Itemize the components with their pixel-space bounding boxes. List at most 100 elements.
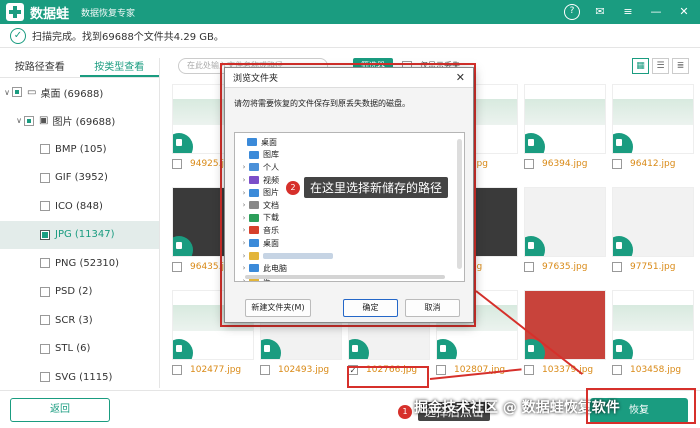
sidebar-item-checkbox[interactable] <box>24 115 34 126</box>
folder-tree-item[interactable]: › 下载 <box>235 212 464 225</box>
feedback-icon[interactable]: ✉ <box>592 4 608 20</box>
file-checkbox[interactable] <box>612 262 622 272</box>
file-thumbnail[interactable] <box>524 84 606 154</box>
vertical-scrollbar[interactable] <box>457 139 462 269</box>
file-checkbox[interactable] <box>436 365 446 375</box>
cancel-button[interactable]: 取消 <box>405 299 460 317</box>
sidebar-item[interactable]: SVG (1115) <box>0 363 159 392</box>
sidebar-item-label: PNG (52310) <box>55 257 120 269</box>
folder-tree-item[interactable]: › 文档 <box>235 199 464 212</box>
chevron-down-icon[interactable]: ∨ <box>14 116 24 125</box>
list-view-icon[interactable]: ☰ <box>652 58 669 74</box>
sidebar-item-label: STL (6) <box>55 343 91 355</box>
sidebar-item-checkbox[interactable] <box>40 144 50 155</box>
file-thumbnail[interactable] <box>524 187 606 257</box>
close-icon[interactable]: ✕ <box>676 4 692 20</box>
sidebar-item[interactable]: ICO (848) <box>0 192 159 221</box>
folder-tree-item[interactable]: › 音乐 <box>235 224 464 237</box>
file-thumbnail[interactable] <box>612 84 694 154</box>
sidebar-item-checkbox[interactable] <box>40 286 50 297</box>
dialog-close-icon[interactable]: ✕ <box>456 71 465 84</box>
chevron-right-icon[interactable]: › <box>239 163 249 171</box>
folder-tree-item[interactable]: › 个人 <box>235 161 464 174</box>
folder-tree-item[interactable]: › 此电脑 <box>235 262 464 275</box>
help-icon[interactable]: ? <box>564 4 580 20</box>
file-name: 96412.jpg <box>630 159 676 169</box>
file-checkbox[interactable] <box>524 262 534 272</box>
sidebar-item[interactable]: STL (6) <box>0 335 159 364</box>
chevron-right-icon[interactable]: › <box>239 201 249 209</box>
chevron-right-icon[interactable]: › <box>239 176 249 184</box>
sidebar-item-checkbox[interactable] <box>40 258 50 269</box>
folder-icon <box>249 239 259 248</box>
file-tile[interactable]: 97635.jpg <box>524 187 606 274</box>
folder-tree-item[interactable]: › <box>235 249 464 262</box>
file-thumbnail[interactable] <box>612 187 694 257</box>
trash-badge-icon <box>525 236 545 256</box>
file-tile[interactable]: 96394.jpg <box>524 84 606 171</box>
tab-by-path[interactable]: 按路径查看 <box>0 58 80 77</box>
menu-icon[interactable]: ≡ <box>620 4 636 20</box>
file-tile[interactable]: 96412.jpg <box>612 84 694 171</box>
sidebar-item[interactable]: GIF (3952) <box>0 164 159 193</box>
file-tile[interactable]: 103379.jpg <box>524 290 606 377</box>
chevron-right-icon[interactable]: › <box>239 252 249 260</box>
chevron-right-icon[interactable]: › <box>239 189 249 197</box>
sidebar-item-checkbox[interactable] <box>40 343 50 354</box>
sidebar-item[interactable]: PNG (52310) <box>0 249 159 278</box>
sidebar-item-label: SVG (1115) <box>55 371 113 383</box>
new-folder-button[interactable]: 新建文件夹(M) <box>245 299 311 317</box>
sidebar-item-checkbox[interactable] <box>40 372 50 383</box>
file-checkbox[interactable] <box>172 365 182 375</box>
step2-text: 在这里选择新储存的路径 <box>304 177 449 198</box>
chevron-down-icon[interactable]: ∨ <box>2 88 12 97</box>
file-tile[interactable]: 97751.jpg <box>612 187 694 274</box>
check-icon: ✓ <box>10 27 26 44</box>
sidebar-item-checkbox[interactable] <box>12 87 22 98</box>
file-checkbox[interactable]: ✓ <box>348 365 358 375</box>
chevron-right-icon[interactable]: › <box>239 264 249 272</box>
file-checkbox[interactable] <box>524 365 534 375</box>
chevron-right-icon[interactable]: › <box>239 214 249 222</box>
file-checkbox[interactable] <box>612 365 622 375</box>
sidebar-item-checkbox[interactable] <box>40 201 50 212</box>
chevron-right-icon[interactable]: › <box>239 226 249 234</box>
folder-icon <box>249 264 259 273</box>
file-checkbox[interactable] <box>612 159 622 169</box>
file-tile[interactable]: 103458.jpg <box>612 290 694 377</box>
file-checkbox[interactable] <box>172 262 182 272</box>
folder-tree-label: 此电脑 <box>263 263 287 273</box>
trash-badge-icon <box>613 133 633 153</box>
file-thumbnail[interactable] <box>524 290 606 360</box>
ok-button[interactable]: 确定 <box>343 299 398 317</box>
file-name: 103379.jpg <box>542 365 594 375</box>
folder-tree[interactable]: 桌面 图库 › 个人 › 视频 › 图片 › 文档 › 下载 › 音乐 › 桌面 › › 此电脑 › 库 <box>234 132 465 282</box>
sidebar-item[interactable]: PSD (2) <box>0 278 159 307</box>
folder-tree-item[interactable]: 桌面 <box>235 136 464 149</box>
file-thumbnail[interactable] <box>612 290 694 360</box>
grid-view-icon[interactable]: ▦ <box>632 58 649 74</box>
sidebar-item[interactable]: JPG (11347) <box>0 220 159 249</box>
file-checkbox[interactable] <box>260 365 270 375</box>
tab-by-type[interactable]: 按类型查看 <box>79 58 159 77</box>
folder-icon <box>249 251 259 260</box>
detail-view-icon[interactable]: ≣ <box>672 58 689 74</box>
minimize-icon[interactable]: — <box>648 4 664 20</box>
sidebar-item[interactable]: ∨ ▣ 图片 (69688) <box>0 107 159 136</box>
folder-tree-item[interactable]: 图库 <box>235 149 464 162</box>
sidebar-item-checkbox[interactable] <box>40 315 50 326</box>
sidebar-item[interactable]: ∨ ▭ 桌面 (69688) <box>0 78 159 107</box>
back-button[interactable]: 返回 <box>10 398 110 422</box>
sidebar-item-checkbox[interactable] <box>40 229 50 240</box>
folder-tree-item[interactable]: › 桌面 <box>235 237 464 250</box>
folder-tree-label: 桌面 <box>263 238 279 248</box>
chevron-right-icon[interactable]: › <box>239 239 249 247</box>
horizontal-scrollbar[interactable] <box>245 275 445 279</box>
sidebar-item[interactable]: BMP (105) <box>0 135 159 164</box>
file-checkbox[interactable] <box>524 159 534 169</box>
watermark: 掘金技术社区 @ 数据蛙恢复软件 <box>414 400 620 416</box>
folder-tree-label: 视频 <box>263 175 279 185</box>
file-checkbox[interactable] <box>172 159 182 169</box>
sidebar-item-checkbox[interactable] <box>40 172 50 183</box>
sidebar-item[interactable]: SCR (3) <box>0 306 159 335</box>
